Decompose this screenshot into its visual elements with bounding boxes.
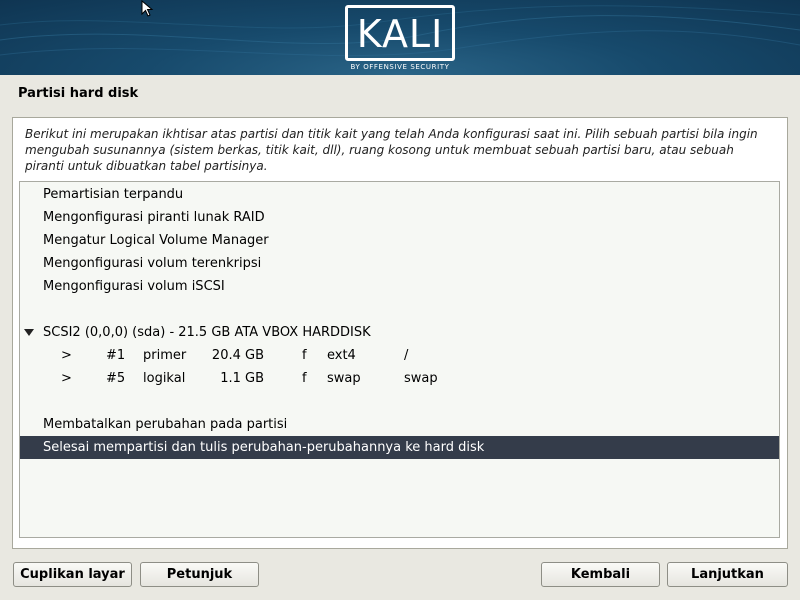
partition-flag: f [302,348,307,363]
partition-size: 20.4 GB [211,348,264,363]
list-item-label: Mengonfigurasi volum terenkripsi [43,256,262,271]
partition-filesystem: ext4 [327,348,356,363]
description-text: Berikut ini merupakan ikhtisar atas part… [25,127,758,173]
back-button[interactable]: Kembali [541,562,660,587]
partition-type: logikal [143,371,186,386]
partition-type: primer [143,348,187,363]
continue-button[interactable]: Lanjutkan [667,562,788,587]
partition-number: #1 [106,348,126,363]
partition-row[interactable]: > #5 logikal 1.1 GB f swap swap [20,367,779,390]
page-title: Partisi hard disk [18,86,139,101]
list-item-label: Mengatur Logical Volume Manager [43,233,269,248]
list-item-undo-changes[interactable]: Membatalkan perubahan pada partisi [20,413,779,436]
disk-row[interactable]: SCSI2 (0,0,0) (sda) - 21.5 GB ATA VBOX H… [20,321,779,344]
list-item-configure-iscsi[interactable]: Mengonfigurasi volum iSCSI [20,275,779,298]
partition-size: 1.1 GB [220,371,264,386]
list-item-label: Selesai mempartisi dan tulis perubahan-p… [43,440,485,455]
partition-mountpoint: swap [404,371,438,386]
kali-logo: KALI [345,5,455,61]
kali-header-banner: KALI BY OFFENSIVE SECURITY [0,0,800,75]
screenshot-button[interactable]: Cuplikan layar [13,562,132,587]
disk-label: SCSI2 (0,0,0) (sda) - 21.5 GB ATA VBOX H… [43,325,371,340]
help-button[interactable]: Petunjuk [140,562,259,587]
list-item-label: Mengonfigurasi piranti lunak RAID [43,210,265,225]
list-item-label: Membatalkan perubahan pada partisi [43,417,288,432]
list-item-finish-partitioning[interactable]: Selesai mempartisi dan tulis perubahan-p… [20,436,779,459]
partition-flag: f [302,371,307,386]
logo-subtitle: BY OFFENSIVE SECURITY [350,63,450,71]
partition-arrow: > [61,348,72,363]
partition-listbox[interactable]: Pemartisian terpandu Mengonfigurasi pira… [19,181,780,538]
list-item-guided-partitioning[interactable]: Pemartisian terpandu [20,183,779,206]
list-item-label: Pemartisian terpandu [43,187,184,202]
partition-number: #5 [106,371,126,386]
expand-triangle-icon [24,329,34,336]
partition-arrow: > [61,371,72,386]
partition-row[interactable]: > #1 primer 20.4 GB f ext4 / [20,344,779,367]
mouse-pointer-icon [141,0,154,17]
list-item-configure-lvm[interactable]: Mengatur Logical Volume Manager [20,229,779,252]
list-item-configure-encrypted[interactable]: Mengonfigurasi volum terenkripsi [20,252,779,275]
partition-filesystem: swap [327,371,361,386]
list-item-configure-raid[interactable]: Mengonfigurasi piranti lunak RAID [20,206,779,229]
list-item-label: Mengonfigurasi volum iSCSI [43,279,225,294]
partition-mountpoint: / [404,348,409,363]
logo-text: KALI [356,12,444,56]
